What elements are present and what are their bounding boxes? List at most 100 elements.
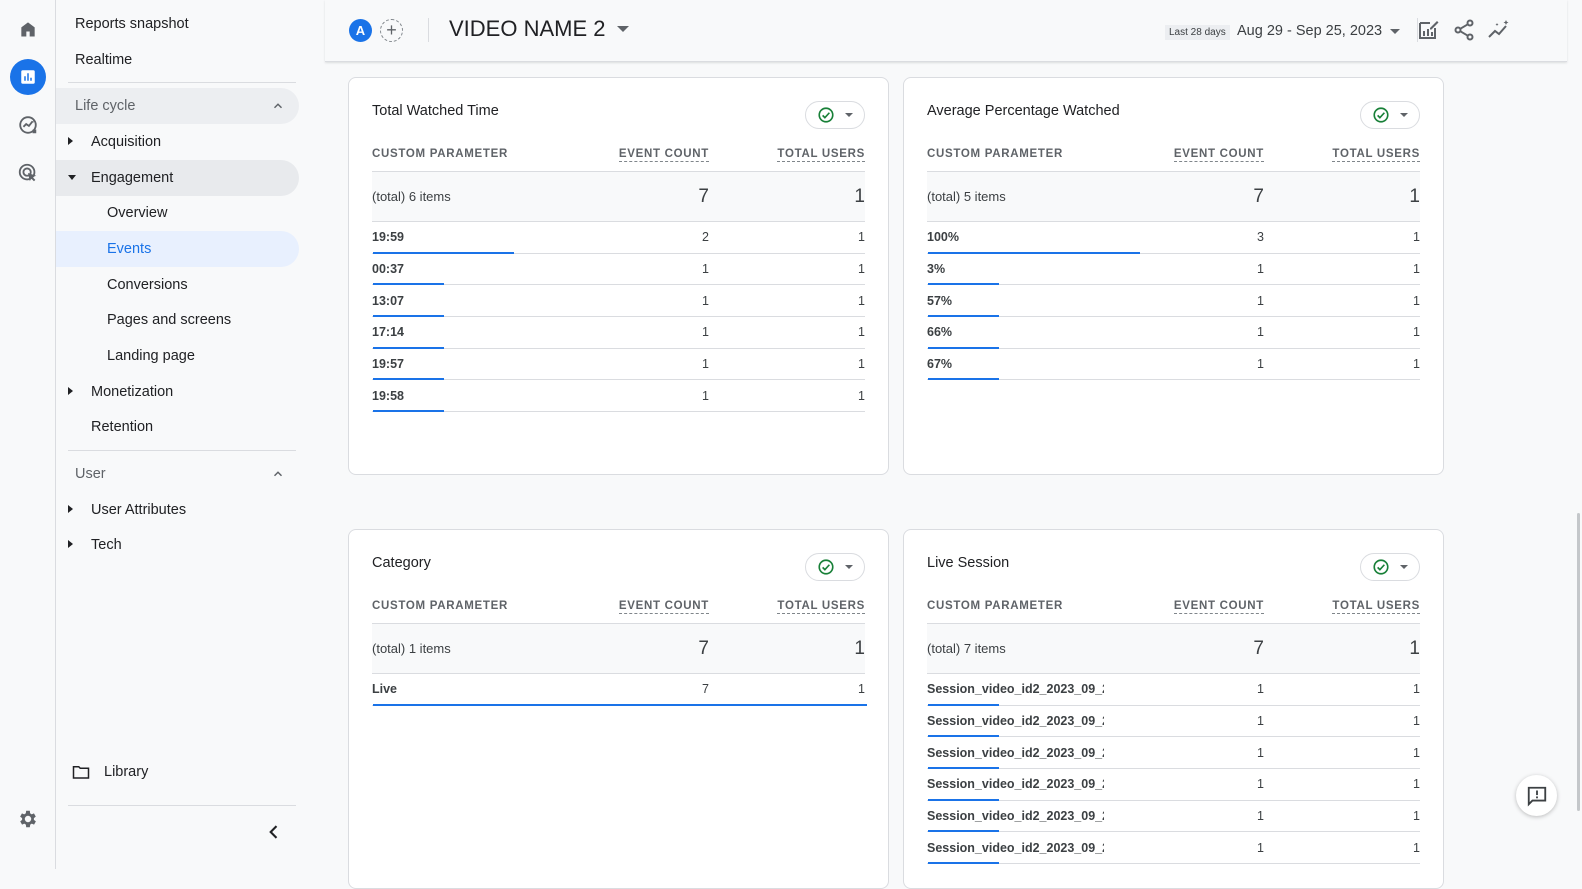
collapse-nav-button[interactable] xyxy=(264,822,284,842)
card-title: Category xyxy=(372,555,431,571)
column-header-event-count[interactable]: EVENT COUNT xyxy=(1173,600,1264,614)
column-header-total-users[interactable]: TOTAL USERS xyxy=(777,600,865,614)
table-row[interactable]: 66% 1 1 xyxy=(927,317,1420,349)
totals-row: (total) 5 items 7 1 xyxy=(927,172,1420,222)
nav-acquisition[interactable]: Acquisition xyxy=(56,124,299,160)
row-param: Session_video_id2_2023_09_2... xyxy=(927,809,1104,824)
report-card: Live Session CUSTOM PARAMETER EVENT COUN… xyxy=(903,529,1444,889)
date-range-text: Aug 29 - Sep 25, 2023 xyxy=(1237,23,1383,39)
advertising-icon[interactable] xyxy=(10,155,46,191)
row-event-count: 1 xyxy=(1257,325,1264,340)
row-event-count: 1 xyxy=(1257,682,1264,697)
row-param: Live xyxy=(372,682,398,697)
explore-icon[interactable] xyxy=(10,107,46,143)
card-title: Total Watched Time xyxy=(372,103,499,119)
insights-icon[interactable] xyxy=(1487,18,1511,42)
table-row[interactable]: 67% 1 1 xyxy=(927,349,1420,381)
date-range-picker[interactable]: Aug 29 - Sep 25, 2023 xyxy=(1237,23,1401,39)
row-users: 1 xyxy=(858,682,865,697)
nav-user-attributes[interactable]: User Attributes xyxy=(56,492,299,528)
row-param: Session_video_id2_2023_09_2... xyxy=(927,840,1104,855)
row-param: Session_video_id2_2023_09_2... xyxy=(927,745,1104,760)
customize-report-icon[interactable] xyxy=(1416,18,1440,42)
card-status-dropdown[interactable] xyxy=(805,101,865,129)
feedback-button[interactable] xyxy=(1516,775,1557,816)
table-row[interactable]: Session_video_id2_2023_09_2... 1 1 xyxy=(927,674,1420,706)
card-status-dropdown[interactable] xyxy=(805,553,865,581)
dropdown-arrow-icon xyxy=(1390,28,1401,34)
row-event-count: 1 xyxy=(1257,262,1264,277)
app-rail xyxy=(0,0,56,869)
table-row[interactable]: Session_video_id2_2023_09_2... 1 1 xyxy=(927,737,1420,770)
nav-engagement[interactable]: Engagement xyxy=(56,160,299,196)
row-param: 17:14 xyxy=(372,325,404,340)
report-card: Average Percentage Watched CUSTOM PARAME… xyxy=(903,77,1444,475)
card-table: CUSTOM PARAMETER EVENT COUNT TOTAL USERS… xyxy=(927,600,1420,865)
row-param: Session_video_id2_2023_09_2... xyxy=(927,714,1104,729)
column-header-param: CUSTOM PARAMETER xyxy=(372,148,508,160)
dropdown-arrow-icon xyxy=(845,113,853,117)
report-card: Total Watched Time CUSTOM PARAMETER EVEN… xyxy=(348,77,889,475)
card-status-dropdown[interactable] xyxy=(1360,101,1420,129)
dropdown-arrow-icon xyxy=(845,565,853,569)
nav-overview[interactable]: Overview xyxy=(56,195,299,231)
comparison-avatar[interactable]: A xyxy=(349,19,372,42)
table-row[interactable]: 3% 1 1 xyxy=(927,254,1420,286)
table-row[interactable]: Session_video_id2_2023_09_2... 1 1 xyxy=(927,769,1420,801)
nav-reports-snapshot[interactable]: Reports snapshot xyxy=(75,6,189,42)
nav-label: Retention xyxy=(91,419,154,435)
table-row[interactable]: Session_video_id2_2023_09_2... 1 1 xyxy=(927,706,1420,738)
table-row[interactable]: 57% 1 1 xyxy=(927,285,1420,318)
section-label: User xyxy=(75,466,106,482)
table-row[interactable]: 13:07 1 1 xyxy=(372,285,865,318)
column-header-event-count[interactable]: EVENT COUNT xyxy=(1173,148,1264,162)
row-event-count: 3 xyxy=(1257,230,1264,245)
totals-users: 1 xyxy=(854,185,865,207)
row-event-count: 1 xyxy=(1257,809,1264,824)
table-row[interactable]: Live 7 1 xyxy=(372,674,867,706)
folder-icon xyxy=(72,766,90,779)
row-param: 3% xyxy=(927,262,946,277)
share-icon[interactable] xyxy=(1452,18,1476,42)
nav-realtime[interactable]: Realtime xyxy=(75,42,132,78)
nav-pages-and-screens[interactable]: Pages and screens xyxy=(56,302,299,338)
row-users: 1 xyxy=(1413,682,1420,697)
caret-right-icon xyxy=(68,387,73,395)
nav-retention[interactable]: Retention xyxy=(56,409,299,445)
column-header-total-users[interactable]: TOTAL USERS xyxy=(1332,148,1420,162)
nav-tech[interactable]: Tech xyxy=(56,527,299,563)
section-lifecycle[interactable]: Life cycle xyxy=(56,88,299,124)
row-param: 19:58 xyxy=(372,388,404,403)
nav-label: Conversions xyxy=(107,277,188,293)
reports-icon[interactable] xyxy=(10,59,46,95)
table-row[interactable]: 100% 3 1 xyxy=(927,222,1420,254)
column-header-total-users[interactable]: TOTAL USERS xyxy=(1332,600,1420,614)
table-row[interactable]: 17:14 1 1 xyxy=(372,317,865,349)
column-header-param: CUSTOM PARAMETER xyxy=(372,600,508,612)
card-status-dropdown[interactable] xyxy=(1360,553,1420,581)
home-icon[interactable] xyxy=(10,11,46,47)
table-row[interactable]: Session_video_id2_2023_09_2... 1 1 xyxy=(927,801,1420,833)
nav-monetization[interactable]: Monetization xyxy=(56,374,299,410)
nav-events[interactable]: Events xyxy=(56,231,299,267)
column-header-total-users[interactable]: TOTAL USERS xyxy=(777,148,865,162)
column-header-event-count[interactable]: EVENT COUNT xyxy=(618,148,709,162)
row-param: 00:37 xyxy=(372,262,404,277)
add-comparison-button[interactable]: + xyxy=(380,19,403,42)
section-user[interactable]: User xyxy=(56,456,299,492)
report-card: Category CUSTOM PARAMETER EVENT COUNT TO… xyxy=(348,529,889,889)
table-row[interactable]: 19:58 1 1 xyxy=(372,380,865,413)
nav-conversions[interactable]: Conversions xyxy=(56,267,299,303)
column-header-event-count[interactable]: EVENT COUNT xyxy=(618,600,709,614)
nav-landing-page[interactable]: Landing page xyxy=(56,338,299,374)
totals-label: (total) 7 items xyxy=(927,641,1006,656)
table-row[interactable]: Session_video_id2_2023_09_2... 1 1 xyxy=(927,832,1420,865)
table-row[interactable]: 19:59 2 1 xyxy=(372,222,865,254)
row-param: 19:59 xyxy=(372,230,404,245)
gear-icon[interactable] xyxy=(10,801,46,837)
nav-library[interactable]: Library xyxy=(72,754,148,790)
report-title-dropdown[interactable]: VIDEO NAME 2 xyxy=(449,16,630,42)
table-row[interactable]: 00:37 1 1 xyxy=(372,254,865,286)
table-row[interactable]: 19:57 1 1 xyxy=(372,349,865,381)
page-scrollbar[interactable] xyxy=(1577,513,1580,811)
